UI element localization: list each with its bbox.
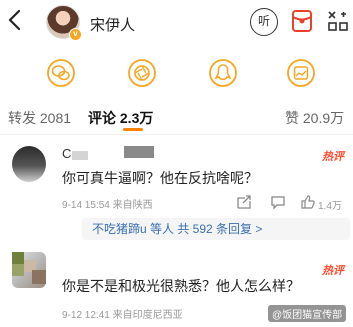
tab-repost[interactable]: 转发 2081 <box>8 108 71 128</box>
more-grid-icon[interactable] <box>326 9 350 33</box>
moments-icon[interactable] <box>127 58 157 88</box>
share-icon[interactable] <box>236 194 252 210</box>
qzone-icon[interactable] <box>286 58 316 88</box>
hot-comment-badge: 热评 <box>322 265 344 277</box>
tab-comment[interactable]: 评论 2.3万 <box>88 108 153 128</box>
mosaic-blur <box>72 151 88 160</box>
mosaic-blur <box>124 146 154 158</box>
tab-like[interactable]: 赞 20.9万 <box>285 108 344 128</box>
comment-meta: 9-14 15:54 来自陕西 <box>62 200 153 211</box>
comment-avatar[interactable] <box>12 146 46 182</box>
top-bar: v 宋伊人 听 <box>0 0 353 46</box>
wechat-icon[interactable] <box>46 58 76 88</box>
watermark: @饭团猫宣传部 <box>268 305 347 322</box>
comment-text: 你是不是和极光很熟悉？他人怎么样？ <box>62 278 300 294</box>
reply-summary-link[interactable]: 不吃猪蹄u 等人 共 592 条回复 > <box>82 218 350 240</box>
red-packet-icon[interactable] <box>290 7 314 33</box>
verified-badge-icon: v <box>69 28 82 41</box>
tab-active-indicator <box>123 128 143 131</box>
mosaic-blur <box>12 252 46 284</box>
comment-meta: 9-12 12:41 来自印度尼西亚 <box>62 310 183 321</box>
like-icon[interactable] <box>300 194 316 210</box>
comment-username[interactable]: C <box>62 146 71 161</box>
back-icon[interactable] <box>2 6 28 34</box>
comment-icon[interactable] <box>270 194 286 210</box>
hot-comment-badge: 热评 <box>322 151 344 163</box>
qq-icon[interactable] <box>208 58 238 88</box>
username[interactable]: 宋伊人 <box>90 14 135 35</box>
listen-icon[interactable]: 听 <box>250 8 278 36</box>
divider <box>0 134 353 135</box>
like-count: 1.4万 <box>318 201 342 212</box>
comment-text: 你可真牛逼啊？他在反抗啥呢？ <box>62 170 258 186</box>
